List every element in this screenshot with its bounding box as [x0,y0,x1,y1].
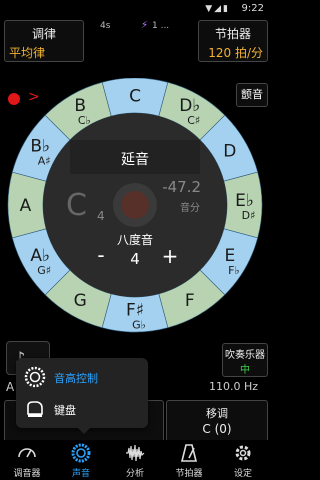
status-time: 9:22 [241,3,264,14]
analysis-icon [126,444,145,462]
settings-icon [235,445,251,461]
reference-letter: A [6,380,15,394]
note-alt-label: G♭ [132,319,146,332]
note-alt-label: A♯ [38,154,51,167]
wind-instrument-button[interactable]: 吹奏乐器 中 [222,343,268,377]
temperament-button[interactable]: 调律 平均律 [4,20,84,62]
note-alt-label: D♯ [242,209,256,222]
nav-label-tuner: 调音器 [13,469,41,479]
nav-label-sound: 声音 [71,469,90,479]
status-icons: ▼◢▮ [205,4,230,14]
status-bar: ▼◢▮ 9:22 [0,0,270,18]
pitch-control-icon [24,366,46,388]
octave-label: 八度音 [117,232,153,247]
current-octave: 4 [97,209,105,223]
note-label: F♯ [126,301,144,321]
octave-value: 4 [130,250,140,268]
metronome-title: 节拍器 [214,27,251,41]
popup-label-keyboard: 键盘 [54,404,76,417]
note-label: E [224,246,235,266]
note-label: F [185,291,195,311]
sound-popup-menu: 音高控制 键盘 [16,358,148,428]
current-note: C [66,188,87,223]
nav-tuner[interactable]: 调音器 [0,440,54,480]
nav-label-metronome: 节拍器 [175,469,203,479]
note-label: G [74,291,87,311]
piano-icon [27,401,43,417]
popup-item-keyboard[interactable]: 键盘 [16,394,148,424]
note-label: A [20,196,32,216]
transpose-title: 移调 [206,407,228,420]
wind-instrument-value: 中 [240,365,250,376]
note-label: A♭ [30,246,50,266]
note-label: B♭ [30,136,50,156]
bolt-icon: ⚡ [141,20,149,31]
timer-text: 4s [100,21,111,31]
nav-label-settings: 设定 [233,469,252,479]
sound-icon [71,443,91,463]
sustain-label[interactable]: 延音 [121,151,149,168]
note-alt-label: F♭ [228,264,240,277]
note-label: B [74,96,86,116]
nav-label-analysis: 分析 [125,469,144,479]
bottom-nav: 调音器 声音 分析 节拍器 设定 [0,440,270,480]
tuning-dial-inner [121,191,149,219]
frequency-readout: 110.0 Hz [209,380,259,393]
octave-plus-button[interactable]: + [162,244,179,268]
popup-item-pitch-control[interactable]: 音高控制 [16,362,148,392]
cents-value: -47.2 [162,178,201,196]
note-wheel: C D♭C♯ D E♭D♯ EF♭ F F♯G♭ G A♭G♯ A B♭A♯ BC♭ 延音 C 4 -… [7,78,263,333]
cents-label: 音分 [180,201,200,214]
nav-sound[interactable]: 声音 [54,440,108,480]
note-label: C [129,87,141,107]
nav-analysis[interactable]: 分析 [108,440,162,480]
temperament-value: 平均律 [9,46,46,60]
metronome-icon [180,444,198,462]
note-alt-label: C♭ [78,114,91,127]
popup-arrow [78,428,90,434]
transpose-value: C (0) [202,422,232,436]
note-label: D♭ [179,96,200,116]
wind-instrument-title: 吹奏乐器 [225,350,265,361]
popup-label-pitch-control: 音高控制 [54,372,98,385]
metronome-value: 120 拍/分 [208,46,263,60]
nav-settings[interactable]: 设定 [216,440,270,480]
note-alt-label: G♯ [37,264,51,277]
transpose-button[interactable]: 移调 C (0) [166,400,268,442]
tuner-icon [18,448,36,458]
metronome-button[interactable]: 节拍器 120 拍/分 [198,20,268,62]
octave-minus-button[interactable]: - [97,243,104,267]
note-label: E♭ [235,191,254,211]
note-alt-label: C♯ [187,114,200,127]
status-mid-text: 1 ... [152,21,170,31]
nav-metronome[interactable]: 节拍器 [162,440,216,480]
note-label: D [223,141,236,161]
temperament-title: 调律 [31,27,56,41]
